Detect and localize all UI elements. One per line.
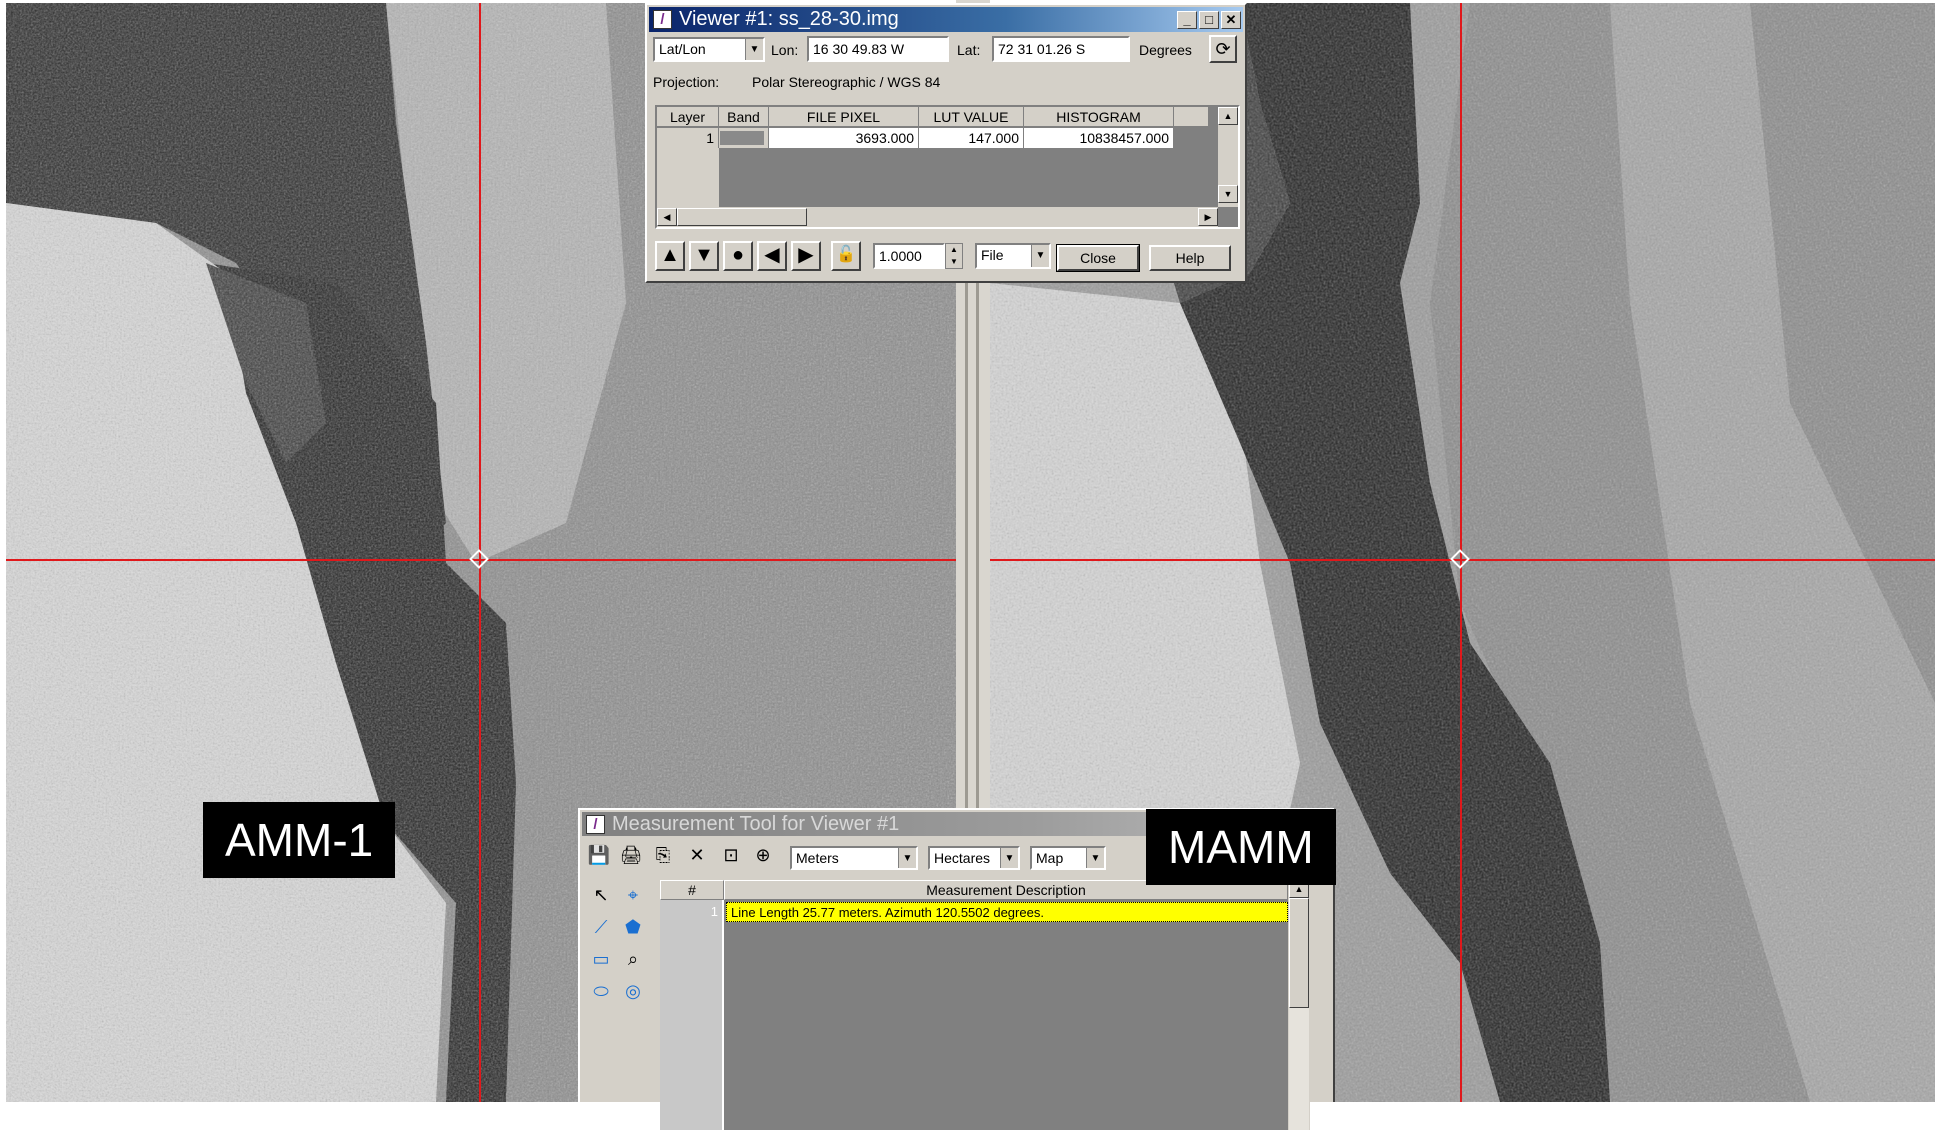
pixel-info-table: Layer Band FILE PIXEL LUT VALUE HISTOGRA… [655,105,1240,229]
lon-label: Lon: [771,42,799,58]
save-icon[interactable]: 💾 [586,842,612,868]
lon-field[interactable]: 16 30 49.83 W [807,36,949,62]
lut-value-cell: 147.000 [919,128,1024,148]
maximize-icon[interactable]: □ [1199,11,1219,29]
zoom-to-icon[interactable]: ⊡ [718,842,744,868]
length-units-value: Meters [796,850,839,866]
band-color-cell[interactable] [719,128,769,148]
concentric-tool-icon[interactable]: ◎ [620,978,646,1004]
lat-field[interactable]: 72 31 01.26 S [992,36,1130,62]
column-header: Band [719,107,769,127]
zoom-field[interactable]: 1.0000 [873,243,945,269]
circle-icon[interactable]: ● [723,241,753,271]
viewer-info-window: / Viewer #1: ss_28-30.img _ □ ✕ Lat/Lon … [645,3,1247,283]
lock-icon[interactable]: 🔓 [831,241,861,271]
right-image-label: MAMM [1146,809,1336,885]
projection-label: Projection: [653,74,720,90]
scroll-track[interactable] [1289,1008,1309,1130]
list-divider [722,900,724,1130]
imagine-app-icon: / [586,815,605,834]
column-header: HISTOGRAM [1024,107,1174,127]
polyline-tool-icon[interactable]: ⟋ [588,914,614,940]
chevron-down-icon: ▼ [745,39,763,60]
triangle-up-icon[interactable]: ▲ [655,241,685,271]
row-number-strip [660,900,722,1130]
vertical-scrollbar[interactable]: ▲ [1288,880,1310,1130]
left-image-label: AMM-1 [203,802,396,878]
column-header: Layer [657,107,719,127]
lat-label: Lat: [957,42,981,58]
histogram-cell: 10838457.000 [1024,128,1174,148]
point-tool-icon[interactable]: ⌖ [620,882,646,908]
splitter-groove [965,280,968,820]
chevron-down-icon: ▼ [898,848,916,868]
viewer-bottom-toolbar: ▲ ▼ ● ◀ ▶ 🔓 1.0000 ▲ ▼ File ▼ Close Help [653,237,1239,277]
horizontal-scrollbar[interactable]: ◀ ▶ [657,207,1218,227]
help-button[interactable]: Help [1149,245,1231,271]
copy-icon[interactable]: ⎘ [650,842,676,868]
scroll-up-icon[interactable]: ▲ [1218,107,1238,125]
coord-type-select[interactable]: Map ▼ [1030,846,1106,870]
file-pixel-cell: 3693.000 [769,128,919,148]
coord-type-value: Map [1036,850,1064,866]
minimize-icon[interactable]: _ [1177,11,1197,29]
area-units-select[interactable]: Hectares ▼ [928,846,1020,870]
polygon-tool-icon[interactable]: ⬟ [620,914,646,940]
zoom-stepper[interactable]: ▲ ▼ [945,243,963,269]
splitter-groove [976,280,979,820]
units-label: Degrees [1139,42,1192,58]
column-header [1174,107,1209,127]
print-icon[interactable]: 🖨 [618,842,644,868]
layer-cell: 1 [657,128,719,148]
triangle-right-icon[interactable]: ▶ [791,241,821,271]
chevron-down-icon: ▼ [1086,848,1104,868]
triangle-down-icon[interactable]: ▼ [689,241,719,271]
ellipse-tool-icon[interactable]: ⬭ [588,978,614,1004]
chevron-down-icon: ▼ [1031,245,1049,267]
scroll-right-icon[interactable]: ▶ [1198,208,1218,226]
imagine-app-icon: / [653,10,672,29]
length-units-select[interactable]: Meters ▼ [790,846,918,870]
lasso-tool-icon[interactable]: ⌕ [620,946,646,972]
measurement-row-number: 1 [710,904,718,919]
close-button[interactable]: Close [1056,244,1140,272]
scroll-thumb[interactable] [1289,898,1309,1008]
scroll-down-icon[interactable]: ▼ [1218,185,1238,203]
scroll-thumb[interactable] [677,208,807,226]
coord-system-value: Lat/Lon [659,41,706,57]
measurement-row[interactable]: Line Length 25.77 meters. Azimuth 120.55… [726,902,1288,922]
refresh-icon[interactable]: ⟳ [1209,35,1237,63]
viewer-titlebar[interactable]: / Viewer #1: ss_28-30.img _ □ ✕ [649,7,1243,32]
delete-icon[interactable]: ✕ [684,842,710,868]
globe-icon[interactable]: ⊕ [750,842,776,868]
pixel-source-value: File [981,247,1004,263]
viewer-title: Viewer #1: ss_28-30.img [679,8,899,30]
pixel-source-select[interactable]: File ▼ [975,243,1051,269]
scroll-left-icon[interactable]: ◀ [657,208,677,226]
projection-value: Polar Stereographic / WGS 84 [752,74,941,90]
column-header: # [660,880,724,900]
pointer-icon[interactable]: ↖ [588,882,614,908]
column-header: LUT VALUE [919,107,1024,127]
measurement-list: # Measurement Description 1 Line Length … [660,880,1310,1130]
area-units-value: Hectares [934,850,991,866]
close-icon[interactable]: ✕ [1221,11,1241,29]
chevron-down-icon: ▼ [1000,848,1018,868]
rectangle-tool-icon[interactable]: ▭ [588,946,614,972]
vertical-scrollbar[interactable]: ▲ ▼ [1218,107,1238,207]
column-header: FILE PIXEL [769,107,919,127]
measurement-title: Measurement Tool for Viewer #1 [612,813,900,835]
coord-system-select[interactable]: Lat/Lon ▼ [653,37,765,62]
triangle-left-icon[interactable]: ◀ [757,241,787,271]
